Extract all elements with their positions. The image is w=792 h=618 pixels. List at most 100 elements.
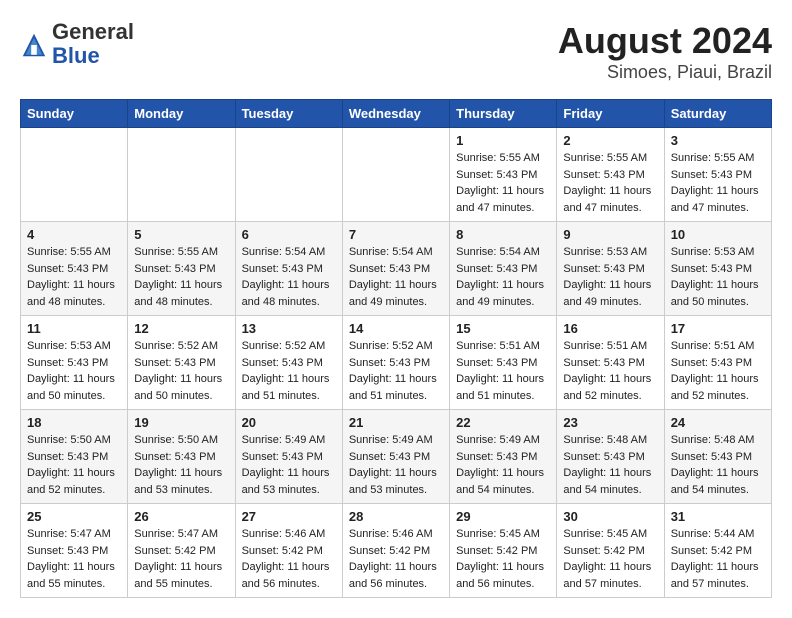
calendar-cell: 1 Sunrise: 5:55 AM Sunset: 5:43 PM Daylig… (450, 128, 557, 222)
day-info: Sunrise: 5:50 AM Sunset: 5:43 PM Dayligh… (27, 432, 121, 498)
calendar-cell: 5Sunrise: 5:55 AM Sunset: 5:43 PM Daylig… (128, 222, 235, 316)
calendar-header-row: SundayMondayTuesdayWednesdayThursdayFrid… (21, 100, 772, 128)
calendar-cell: 3 Sunrise: 5:55 AM Sunset: 5:43 PM Daylig… (664, 128, 771, 222)
logo-blue-text: Blue (52, 44, 134, 68)
col-header-thursday: Thursday (450, 100, 557, 128)
day-number: 20 (242, 415, 336, 430)
day-number: 5 (134, 227, 228, 242)
day-info: Sunrise: 5:45 AM Sunset: 5:42 PM Dayligh… (456, 526, 550, 592)
calendar-cell: 17Sunrise: 5:51 AM Sunset: 5:43 PM Dayli… (664, 316, 771, 410)
calendar-cell: 31 Sunrise: 5:44 AM Sunset: 5:42 PM Dayli… (664, 504, 771, 598)
day-info: Sunrise: 5:55 AM Sunset: 5:43 PM Dayligh… (27, 244, 121, 310)
day-number: 9 (563, 227, 657, 242)
calendar-cell: 23 Sunrise: 5:48 AM Sunset: 5:43 PM Dayli… (557, 410, 664, 504)
day-info: Sunrise: 5:51 AM Sunset: 5:43 PM Dayligh… (563, 338, 657, 404)
day-number: 7 (349, 227, 443, 242)
calendar-table: SundayMondayTuesdayWednesdayThursdayFrid… (20, 99, 772, 598)
calendar-cell (342, 128, 449, 222)
day-info: Sunrise: 5:52 AM Sunset: 5:43 PM Dayligh… (349, 338, 443, 404)
day-number: 6 (242, 227, 336, 242)
calendar-cell: 16 Sunrise: 5:51 AM Sunset: 5:43 PM Dayli… (557, 316, 664, 410)
calendar-cell: 21Sunrise: 5:49 AM Sunset: 5:43 PM Dayli… (342, 410, 449, 504)
day-info: Sunrise: 5:54 AM Sunset: 5:43 PM Dayligh… (456, 244, 550, 310)
day-info: Sunrise: 5:44 AM Sunset: 5:42 PM Dayligh… (671, 526, 765, 592)
calendar-cell: 12Sunrise: 5:52 AM Sunset: 5:43 PM Dayli… (128, 316, 235, 410)
day-info: Sunrise: 5:53 AM Sunset: 5:43 PM Dayligh… (671, 244, 765, 310)
calendar-cell: 8Sunrise: 5:54 AM Sunset: 5:43 PM Daylig… (450, 222, 557, 316)
day-info: Sunrise: 5:48 AM Sunset: 5:43 PM Dayligh… (563, 432, 657, 498)
calendar-cell: 11 Sunrise: 5:53 AM Sunset: 5:43 PM Dayli… (21, 316, 128, 410)
week-row-5: 25 Sunrise: 5:47 AM Sunset: 5:43 PM Dayli… (21, 504, 772, 598)
day-number: 11 (27, 321, 121, 336)
calendar-cell: 20 Sunrise: 5:49 AM Sunset: 5:43 PM Dayli… (235, 410, 342, 504)
calendar-cell: 30 Sunrise: 5:45 AM Sunset: 5:42 PM Dayli… (557, 504, 664, 598)
day-info: Sunrise: 5:50 AM Sunset: 5:43 PM Dayligh… (134, 432, 228, 498)
day-info: Sunrise: 5:49 AM Sunset: 5:43 PM Dayligh… (349, 432, 443, 498)
calendar-cell: 14 Sunrise: 5:52 AM Sunset: 5:43 PM Dayli… (342, 316, 449, 410)
calendar-cell: 2Sunrise: 5:55 AM Sunset: 5:43 PM Daylig… (557, 128, 664, 222)
calendar-title-block: August 2024 Simoes, Piaui, Brazil (558, 20, 772, 83)
day-number: 10 (671, 227, 765, 242)
day-info: Sunrise: 5:51 AM Sunset: 5:43 PM Dayligh… (456, 338, 550, 404)
day-info: Sunrise: 5:45 AM Sunset: 5:42 PM Dayligh… (563, 526, 657, 592)
calendar-cell: 18 Sunrise: 5:50 AM Sunset: 5:43 PM Dayli… (21, 410, 128, 504)
day-number: 31 (671, 509, 765, 524)
day-info: Sunrise: 5:49 AM Sunset: 5:43 PM Dayligh… (456, 432, 550, 498)
week-row-4: 18 Sunrise: 5:50 AM Sunset: 5:43 PM Dayli… (21, 410, 772, 504)
day-info: Sunrise: 5:46 AM Sunset: 5:42 PM Dayligh… (349, 526, 443, 592)
col-header-saturday: Saturday (664, 100, 771, 128)
calendar-subtitle: Simoes, Piaui, Brazil (558, 62, 772, 83)
day-info: Sunrise: 5:52 AM Sunset: 5:43 PM Dayligh… (134, 338, 228, 404)
day-number: 13 (242, 321, 336, 336)
day-info: Sunrise: 5:47 AM Sunset: 5:42 PM Dayligh… (134, 526, 228, 592)
day-info: Sunrise: 5:47 AM Sunset: 5:43 PM Dayligh… (27, 526, 121, 592)
calendar-cell: 24 Sunrise: 5:48 AM Sunset: 5:43 PM Dayli… (664, 410, 771, 504)
calendar-cell: 7 Sunrise: 5:54 AM Sunset: 5:43 PM Daylig… (342, 222, 449, 316)
day-info: Sunrise: 5:55 AM Sunset: 5:43 PM Dayligh… (563, 150, 657, 216)
week-row-3: 11 Sunrise: 5:53 AM Sunset: 5:43 PM Dayli… (21, 316, 772, 410)
day-info: Sunrise: 5:55 AM Sunset: 5:43 PM Dayligh… (456, 150, 550, 216)
day-number: 24 (671, 415, 765, 430)
calendar-cell: 22 Sunrise: 5:49 AM Sunset: 5:43 PM Dayli… (450, 410, 557, 504)
day-info: Sunrise: 5:53 AM Sunset: 5:43 PM Dayligh… (563, 244, 657, 310)
day-number: 18 (27, 415, 121, 430)
day-info: Sunrise: 5:46 AM Sunset: 5:42 PM Dayligh… (242, 526, 336, 592)
day-number: 27 (242, 509, 336, 524)
day-info: Sunrise: 5:49 AM Sunset: 5:43 PM Dayligh… (242, 432, 336, 498)
calendar-cell (235, 128, 342, 222)
day-info: Sunrise: 5:54 AM Sunset: 5:43 PM Dayligh… (349, 244, 443, 310)
col-header-monday: Monday (128, 100, 235, 128)
calendar-cell: 27 Sunrise: 5:46 AM Sunset: 5:42 PM Dayli… (235, 504, 342, 598)
col-header-wednesday: Wednesday (342, 100, 449, 128)
day-info: Sunrise: 5:53 AM Sunset: 5:43 PM Dayligh… (27, 338, 121, 404)
day-number: 16 (563, 321, 657, 336)
day-number: 28 (349, 509, 443, 524)
day-number: 25 (27, 509, 121, 524)
logo: General Blue (20, 20, 134, 68)
day-number: 4 (27, 227, 121, 242)
day-number: 14 (349, 321, 443, 336)
day-number: 23 (563, 415, 657, 430)
calendar-cell: 6 Sunrise: 5:54 AM Sunset: 5:43 PM Daylig… (235, 222, 342, 316)
calendar-cell: 29 Sunrise: 5:45 AM Sunset: 5:42 PM Dayli… (450, 504, 557, 598)
calendar-cell: 9 Sunrise: 5:53 AM Sunset: 5:43 PM Daylig… (557, 222, 664, 316)
calendar-cell: 19Sunrise: 5:50 AM Sunset: 5:43 PM Dayli… (128, 410, 235, 504)
day-number: 1 (456, 133, 550, 148)
day-number: 29 (456, 509, 550, 524)
day-info: Sunrise: 5:55 AM Sunset: 5:43 PM Dayligh… (671, 150, 765, 216)
calendar-cell: 28 Sunrise: 5:46 AM Sunset: 5:42 PM Dayli… (342, 504, 449, 598)
day-number: 15 (456, 321, 550, 336)
day-info: Sunrise: 5:51 AM Sunset: 5:43 PM Dayligh… (671, 338, 765, 404)
calendar-cell: 13 Sunrise: 5:52 AM Sunset: 5:43 PM Dayli… (235, 316, 342, 410)
day-number: 22 (456, 415, 550, 430)
day-info: Sunrise: 5:52 AM Sunset: 5:43 PM Dayligh… (242, 338, 336, 404)
week-row-2: 4 Sunrise: 5:55 AM Sunset: 5:43 PM Daylig… (21, 222, 772, 316)
col-header-friday: Friday (557, 100, 664, 128)
day-number: 30 (563, 509, 657, 524)
day-info: Sunrise: 5:54 AM Sunset: 5:43 PM Dayligh… (242, 244, 336, 310)
calendar-cell: 26Sunrise: 5:47 AM Sunset: 5:42 PM Dayli… (128, 504, 235, 598)
calendar-cell: 25 Sunrise: 5:47 AM Sunset: 5:43 PM Dayli… (21, 504, 128, 598)
calendar-cell (128, 128, 235, 222)
day-number: 3 (671, 133, 765, 148)
day-info: Sunrise: 5:48 AM Sunset: 5:43 PM Dayligh… (671, 432, 765, 498)
